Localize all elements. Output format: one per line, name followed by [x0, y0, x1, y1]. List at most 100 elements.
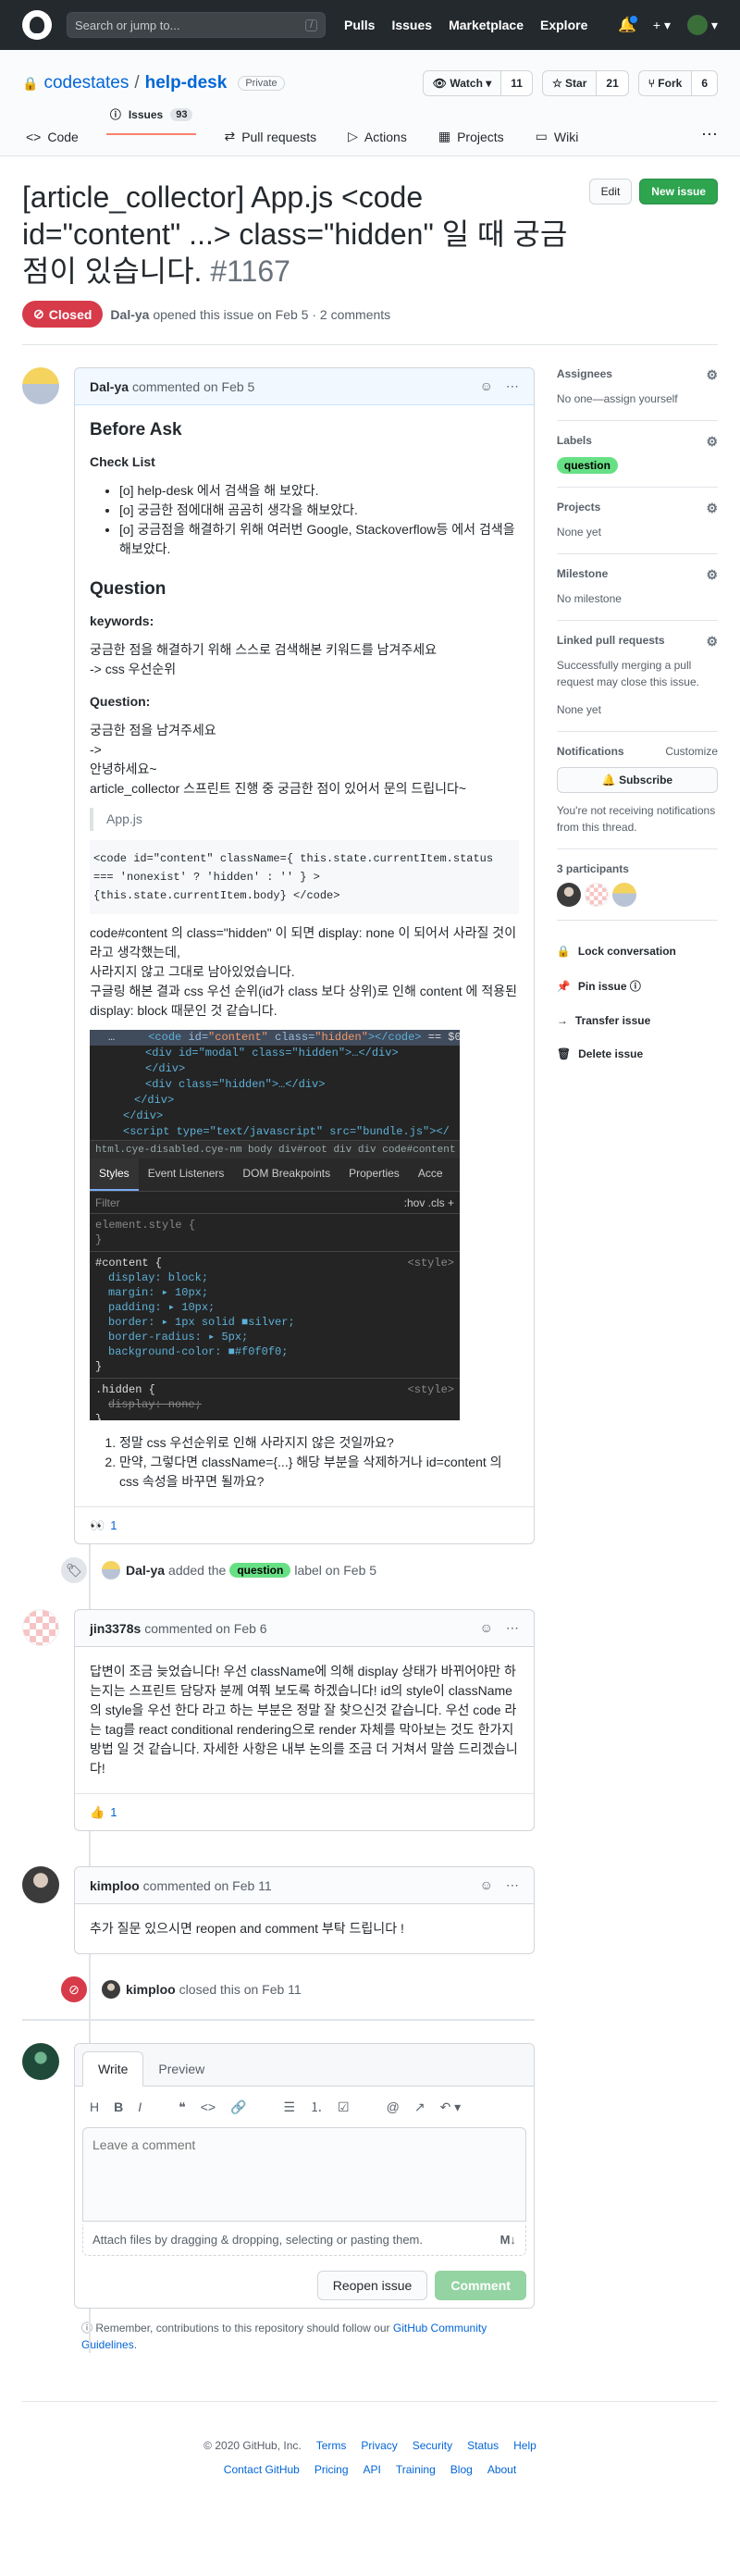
- event-actor-link[interactable]: Dal-ya: [126, 1563, 165, 1578]
- footer-link[interactable]: Contact GitHub: [224, 2463, 300, 2476]
- edit-button[interactable]: Edit: [588, 179, 633, 204]
- smiley-icon[interactable]: ☺: [480, 378, 493, 394]
- nav-issues[interactable]: Issues: [391, 18, 432, 32]
- tab-write[interactable]: Write: [82, 2051, 144, 2087]
- subscribe-button[interactable]: 🔔 Subscribe: [556, 767, 718, 793]
- github-logo-icon[interactable]: [22, 10, 52, 40]
- new-issue-button[interactable]: New issue: [639, 179, 718, 204]
- footer-link[interactable]: Blog: [450, 2463, 473, 2476]
- comment-time[interactable]: commented on Feb 11: [143, 1878, 272, 1893]
- devtools-screenshot[interactable]: … <code id="content" class="hidden"></co…: [90, 1030, 460, 1420]
- gear-icon[interactable]: ⚙: [706, 367, 718, 383]
- footer-link[interactable]: Security: [413, 2439, 452, 2452]
- unordered-list-icon[interactable]: ☰: [283, 2099, 295, 2115]
- attach-files-bar[interactable]: Attach files by dragging & dropping, sel…: [82, 2224, 526, 2256]
- sidebar-heading[interactable]: Milestone: [557, 567, 608, 583]
- comment-author-link[interactable]: kimploo: [90, 1878, 140, 1893]
- nav-explore[interactable]: Explore: [540, 18, 587, 32]
- star-count[interactable]: 21: [596, 71, 628, 95]
- smiley-icon[interactable]: ☺: [480, 1620, 493, 1636]
- pin-issue-button[interactable]: 📌 Pin issue ⓘ: [557, 978, 718, 994]
- comment-button[interactable]: Comment: [435, 2271, 526, 2300]
- link-icon[interactable]: 🔗: [230, 2099, 246, 2115]
- sidebar-heading[interactable]: Projects: [557, 501, 600, 516]
- footer-link[interactable]: API: [364, 2463, 381, 2476]
- transfer-issue-button[interactable]: → Transfer issue: [557, 1014, 718, 1027]
- fork-count[interactable]: 6: [691, 71, 717, 95]
- avatar[interactable]: [611, 883, 636, 907]
- assignees-value[interactable]: No one—assign yourself: [557, 390, 718, 407]
- task-list-icon[interactable]: ☑: [338, 2099, 350, 2115]
- nav-pulls[interactable]: Pulls: [344, 18, 375, 32]
- footer-link[interactable]: Privacy: [361, 2439, 397, 2452]
- bold-icon[interactable]: B: [114, 2099, 123, 2114]
- event-actor-link[interactable]: kimploo: [126, 1982, 176, 1997]
- delete-issue-button[interactable]: 🗑 Delete issue: [557, 1047, 718, 1060]
- gear-icon[interactable]: ⚙: [706, 634, 718, 650]
- avatar[interactable]: [556, 883, 581, 907]
- notification-bell-icon[interactable]: 🔔: [618, 14, 639, 34]
- gear-icon[interactable]: ⚙: [706, 501, 718, 516]
- tab-issues[interactable]: ⓘ Issues 93: [105, 106, 197, 135]
- tab-projects[interactable]: ▦ Projects: [435, 129, 508, 155]
- reply-icon[interactable]: ↶ ▾: [440, 2099, 462, 2115]
- kebab-icon[interactable]: ⋯: [506, 1620, 519, 1636]
- footer-link[interactable]: About: [487, 2463, 516, 2476]
- watch-count[interactable]: 11: [500, 71, 532, 95]
- heading-icon[interactable]: H: [90, 2099, 99, 2114]
- gear-icon[interactable]: ⚙: [706, 567, 718, 583]
- reopen-issue-button[interactable]: Reopen issue: [316, 2271, 428, 2300]
- reaction-thumbs-up[interactable]: 👍 1: [84, 1805, 122, 1820]
- customize-link[interactable]: Customize: [665, 745, 718, 758]
- repo-owner-link[interactable]: codestates: [43, 73, 129, 93]
- kebab-icon[interactable]: ⋯: [506, 378, 519, 394]
- comment-textarea[interactable]: [82, 2127, 526, 2222]
- kebab-icon[interactable]: ⋯: [506, 1877, 519, 1893]
- footer-link[interactable]: Terms: [316, 2439, 347, 2452]
- label-badge[interactable]: question: [556, 457, 618, 474]
- search-input[interactable]: Search or jump to... /: [67, 12, 326, 38]
- tab-pull-requests[interactable]: ⇄ Pull requests: [220, 129, 320, 155]
- user-menu[interactable]: ▾: [686, 15, 718, 35]
- mention-icon[interactable]: @: [387, 2099, 400, 2114]
- comment-time[interactable]: commented on Feb 5: [132, 379, 254, 394]
- watch-button[interactable]: 👁 Watch ▾ 11: [422, 70, 533, 96]
- lock-conversation-button[interactable]: 🔒 Lock conversation: [557, 945, 718, 958]
- avatar[interactable]: [22, 1866, 59, 1903]
- issue-author-link[interactable]: Dal-ya: [110, 307, 149, 322]
- star-button[interactable]: ☆ Star 21: [541, 70, 629, 96]
- create-new-menu[interactable]: + ▾: [653, 18, 671, 33]
- gear-icon[interactable]: ⚙: [706, 434, 718, 450]
- quote-icon[interactable]: ❝: [179, 2099, 186, 2115]
- code-icon[interactable]: <>: [201, 2099, 216, 2114]
- tab-wiki[interactable]: ▭ Wiki: [532, 129, 583, 155]
- footer-link[interactable]: Pricing: [314, 2463, 349, 2476]
- ordered-list-icon[interactable]: ⒈: [310, 2098, 323, 2116]
- tab-preview[interactable]: Preview: [143, 2052, 219, 2086]
- tab-actions[interactable]: ▷ Actions: [344, 129, 411, 155]
- sidebar-heading[interactable]: Assignees: [557, 367, 612, 383]
- footer-link[interactable]: Help: [513, 2439, 536, 2452]
- label-badge[interactable]: question: [229, 1563, 291, 1578]
- footer-link[interactable]: Training: [396, 2463, 436, 2476]
- avatar[interactable]: [102, 1980, 120, 1999]
- avatar[interactable]: [22, 367, 59, 404]
- sidebar-heading[interactable]: Labels: [557, 434, 592, 450]
- repo-name-link[interactable]: help-desk: [145, 73, 228, 93]
- avatar[interactable]: [102, 1561, 120, 1579]
- fork-button[interactable]: ⑂ Fork 6: [637, 70, 718, 96]
- footer-link[interactable]: Status: [467, 2439, 499, 2452]
- markdown-icon[interactable]: M↓: [500, 2233, 516, 2247]
- sidebar-heading[interactable]: Linked pull requests: [557, 634, 665, 650]
- italic-icon[interactable]: I: [138, 2099, 142, 2114]
- cross-reference-icon[interactable]: ↗: [414, 2099, 426, 2115]
- tab-code[interactable]: <> Code: [22, 130, 82, 155]
- avatar[interactable]: [22, 2043, 59, 2080]
- avatar[interactable]: [22, 1609, 59, 1646]
- avatar[interactable]: [584, 883, 609, 907]
- nav-marketplace[interactable]: Marketplace: [449, 18, 524, 32]
- smiley-icon[interactable]: ☺: [480, 1877, 493, 1893]
- more-tabs-kebab-icon[interactable]: ⋯: [701, 125, 718, 155]
- comment-time[interactable]: commented on Feb 6: [144, 1621, 266, 1636]
- comment-author-link[interactable]: Dal-ya: [90, 379, 129, 394]
